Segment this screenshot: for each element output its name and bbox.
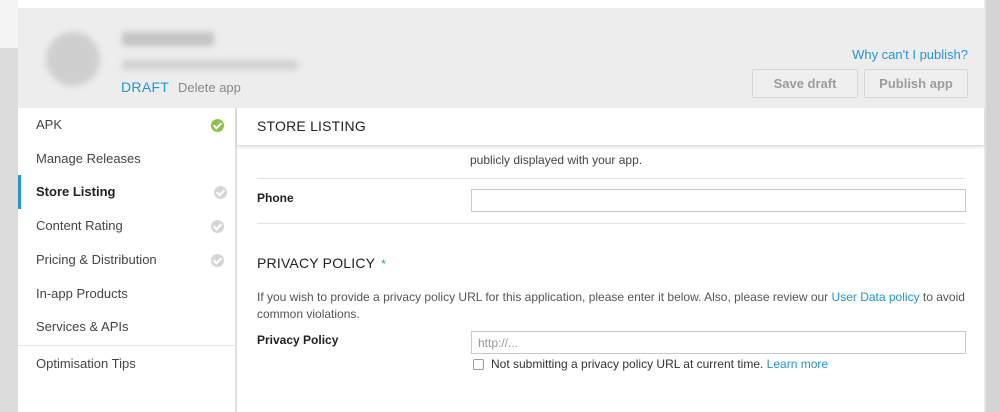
- sidebar-item-label: APK: [36, 117, 63, 132]
- phone-label: Phone: [257, 191, 294, 205]
- sidebar: APK Manage Releases Store Listing Conten…: [18, 108, 236, 412]
- sidebar-item-label: Manage Releases: [36, 151, 141, 166]
- section-header: STORE LISTING: [237, 108, 984, 145]
- helper-text: publicly displayed with your app.: [470, 153, 643, 167]
- sidebar-item-in-app-products[interactable]: In-app Products: [18, 277, 236, 311]
- app-header: DRAFT Delete app Why can't I publish? Sa…: [18, 0, 984, 108]
- privacy-policy-description: If you wish to provide a privacy policy …: [257, 289, 967, 323]
- sidebar-item-label: Pricing & Distribution: [36, 252, 157, 267]
- why-cant-publish-link[interactable]: Why can't I publish?: [852, 47, 968, 62]
- divider: [257, 223, 965, 224]
- sidebar-item-apk[interactable]: APK: [18, 108, 236, 142]
- divider: [257, 178, 965, 179]
- app-name-redacted: [122, 32, 214, 46]
- checkbox-label: Not submitting a privacy policy URL at c…: [491, 357, 828, 371]
- window-backdrop: [0, 0, 18, 48]
- check-circle-icon: [211, 119, 224, 132]
- privacy-policy-label: Privacy Policy: [257, 333, 339, 347]
- check-circle-icon: [211, 220, 224, 233]
- sidebar-item-manage-releases[interactable]: Manage Releases: [18, 142, 236, 176]
- sidebar-item-optimisation-tips[interactable]: Optimisation Tips: [18, 347, 236, 381]
- sidebar-divider: [18, 345, 236, 346]
- save-draft-button[interactable]: Save draft: [752, 69, 858, 98]
- app-icon: [46, 32, 100, 86]
- sidebar-item-label: Optimisation Tips: [36, 356, 136, 371]
- sidebar-item-label: Services & APIs: [36, 319, 129, 334]
- delete-app-link[interactable]: Delete app: [178, 80, 241, 95]
- checkbox-label-text: Not submitting a privacy policy URL at c…: [491, 357, 764, 371]
- phone-field[interactable]: [471, 189, 966, 212]
- sidebar-item-store-listing[interactable]: Store Listing: [18, 175, 236, 209]
- page-edge: [982, 0, 1000, 412]
- app-package-redacted: [122, 60, 298, 70]
- privacy-desc-text: If you wish to provide a privacy policy …: [257, 290, 829, 304]
- privacy-policy-url-input[interactable]: [471, 331, 966, 354]
- sidebar-item-pricing-distribution[interactable]: Pricing & Distribution: [18, 243, 236, 277]
- sidebar-item-content-rating[interactable]: Content Rating: [18, 209, 236, 243]
- no-privacy-policy-checkbox[interactable]: [473, 359, 484, 370]
- check-circle-icon: [211, 254, 224, 267]
- publish-app-button[interactable]: Publish app: [864, 69, 968, 98]
- section-title: STORE LISTING: [257, 118, 366, 134]
- status-badge: DRAFT: [121, 79, 170, 95]
- user-data-policy-link[interactable]: User Data policy: [832, 290, 920, 304]
- privacy-policy-title: PRIVACY POLICY: [257, 255, 376, 271]
- sidebar-item-services-apis[interactable]: Services & APIs: [18, 310, 236, 344]
- required-marker: *: [381, 257, 387, 271]
- learn-more-link[interactable]: Learn more: [767, 357, 828, 371]
- privacy-policy-heading: PRIVACY POLICY *: [257, 255, 386, 271]
- sidebar-item-label: Content Rating: [36, 218, 123, 233]
- sidebar-item-label: Store Listing: [36, 184, 116, 199]
- check-circle-icon: [214, 186, 227, 199]
- store-listing-panel: STORE LISTING publicly displayed with yo…: [237, 108, 984, 412]
- sidebar-item-label: In-app Products: [36, 286, 128, 301]
